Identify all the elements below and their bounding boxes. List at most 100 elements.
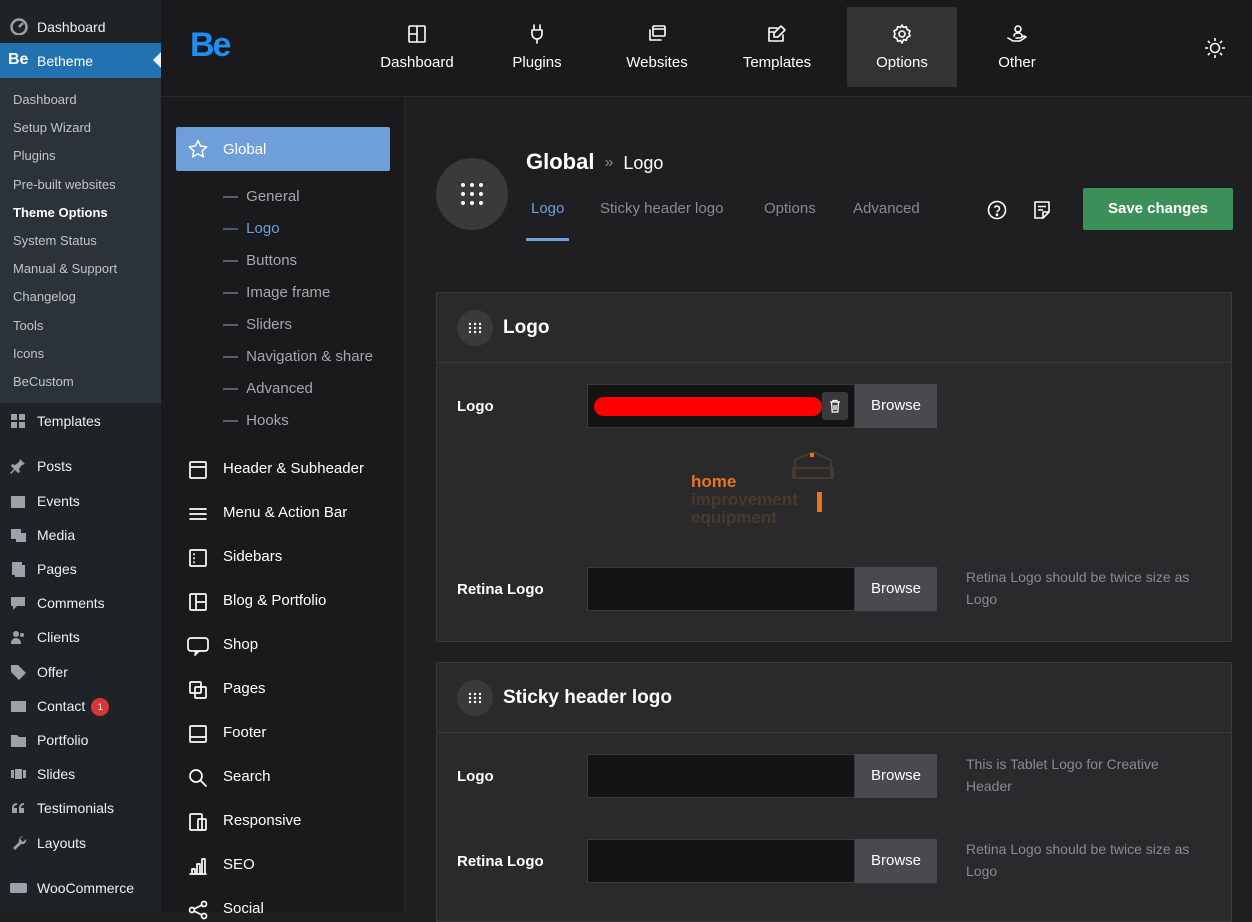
wp-menu-item[interactable]: Templates bbox=[0, 403, 161, 437]
calendar-icon bbox=[9, 492, 29, 509]
wp-submenu-item[interactable]: Setup Wizard bbox=[13, 120, 91, 135]
dashboard-gauge-icon bbox=[9, 18, 29, 35]
sticky-logo-input[interactable] bbox=[587, 754, 855, 798]
help-icon[interactable] bbox=[986, 199, 1008, 221]
star-icon bbox=[188, 139, 208, 159]
subnav-label: Buttons bbox=[246, 252, 298, 269]
subnav-label: Advanced bbox=[246, 380, 313, 397]
sun-icon[interactable] bbox=[1204, 37, 1226, 59]
websites-icon bbox=[646, 23, 668, 45]
logo-url-input[interactable] bbox=[587, 384, 855, 428]
global-subnav-item[interactable]: — Image frame bbox=[223, 284, 330, 301]
wp-menu-item[interactable]: Media bbox=[0, 517, 161, 551]
retina-logo-input[interactable] bbox=[587, 567, 855, 611]
trash-icon[interactable] bbox=[822, 392, 848, 420]
wp-menu-item[interactable]: Slides bbox=[0, 756, 161, 790]
breadcrumb-root[interactable]: Global bbox=[526, 149, 594, 174]
nav-section[interactable]: Sidebars bbox=[187, 545, 397, 569]
nav-section[interactable]: Social bbox=[187, 897, 397, 921]
wp-submenu-item[interactable]: Dashboard bbox=[13, 92, 77, 107]
wp-menu-item[interactable]: Layouts bbox=[0, 825, 161, 859]
wp-menu-dashboard[interactable]: Dashboard bbox=[0, 9, 161, 43]
nav-global-label: Global bbox=[223, 141, 267, 158]
wp-submenu-item[interactable]: BeCustom bbox=[13, 374, 74, 389]
global-subnav-item[interactable]: — General bbox=[223, 188, 300, 205]
retina-logo-browse-button[interactable]: Browse bbox=[855, 567, 937, 611]
tab-sticky-header-logo[interactable]: Sticky header logo bbox=[600, 200, 723, 217]
wp-menu-item[interactable]: Posts bbox=[0, 448, 161, 482]
global-subnav-item[interactable]: — Navigation & share bbox=[223, 348, 373, 365]
menu-icon bbox=[187, 503, 209, 523]
nav-section[interactable]: Search bbox=[187, 765, 397, 789]
wp-menu-item[interactable]: Events bbox=[0, 483, 161, 517]
nav-section-label: Shop bbox=[223, 636, 259, 653]
wp-menu-item[interactable]: Pages bbox=[0, 551, 161, 585]
wp-menu-item[interactable]: Clients bbox=[0, 619, 161, 653]
global-subnav-item[interactable]: — Advanced bbox=[223, 380, 313, 397]
wp-submenu-item[interactable]: Changelog bbox=[13, 289, 76, 304]
save-changes-button[interactable]: Save changes bbox=[1083, 188, 1233, 230]
sticky-retina-logo-browse-button[interactable]: Browse bbox=[855, 839, 937, 883]
nav-section[interactable]: Pages bbox=[187, 677, 397, 701]
wp-menu-item[interactable]: Comments bbox=[0, 585, 161, 619]
nav-global[interactable]: Global bbox=[176, 127, 390, 171]
subnav-label: Navigation & share bbox=[246, 348, 373, 365]
wp-menu-label: Templates bbox=[37, 413, 101, 429]
wp-menu-label: Contact 1 bbox=[37, 698, 110, 716]
global-subnav-item[interactable]: — Logo bbox=[223, 220, 280, 237]
nav-label: Websites bbox=[626, 54, 688, 71]
nav-section-label: Sidebars bbox=[223, 548, 283, 565]
nav-section[interactable]: Responsive bbox=[187, 809, 397, 833]
nav-section[interactable]: Shop bbox=[187, 633, 397, 657]
global-subnav-item[interactable]: — Buttons bbox=[223, 252, 297, 269]
global-subnav-item[interactable]: — Sliders bbox=[223, 316, 292, 333]
woo-icon bbox=[9, 879, 29, 896]
nav-options[interactable]: Options bbox=[847, 7, 957, 87]
be-logo[interactable]: Be bbox=[190, 26, 231, 65]
nav-other[interactable]: Other bbox=[962, 7, 1072, 87]
mail-icon bbox=[9, 697, 29, 714]
nav-plugins[interactable]: Plugins bbox=[482, 7, 592, 87]
wp-submenu-item[interactable]: Icons bbox=[13, 346, 44, 361]
logo-browse-button[interactable]: Browse bbox=[855, 384, 937, 428]
grip-icon[interactable] bbox=[457, 680, 493, 716]
card-title: Logo bbox=[503, 317, 550, 338]
nav-label: Plugins bbox=[512, 54, 562, 71]
dashboard-grid-icon bbox=[406, 23, 428, 45]
wp-menu-item[interactable]: WooCommerce bbox=[0, 870, 161, 904]
sticky-retina-logo-field-label: Retina Logo bbox=[457, 853, 544, 870]
notification-badge: 1 bbox=[91, 698, 110, 716]
nav-section[interactable]: Header & Subheader bbox=[187, 457, 397, 481]
grip-icon[interactable] bbox=[457, 310, 493, 346]
global-subnav-item[interactable]: — Hooks bbox=[223, 412, 289, 429]
wp-menu-item[interactable]: Contact 1 bbox=[0, 688, 161, 722]
notes-icon[interactable] bbox=[1031, 199, 1053, 221]
wrench-icon bbox=[9, 834, 29, 851]
wp-submenu: Dashboard Setup Wizard Plugins Pre-built we… bbox=[0, 78, 161, 403]
nav-websites[interactable]: Websites bbox=[602, 7, 712, 87]
wp-menu-item[interactable]: Offer bbox=[0, 654, 161, 688]
sticky-retina-logo-input[interactable] bbox=[587, 839, 855, 883]
nav-section[interactable]: Menu & Action Bar bbox=[187, 501, 397, 525]
tab-advanced[interactable]: Advanced bbox=[853, 200, 920, 217]
sticky-logo-browse-button[interactable]: Browse bbox=[855, 754, 937, 798]
logo-card: Logo Logo Browse home improvement equipm… bbox=[436, 292, 1232, 642]
nav-templates[interactable]: Templates bbox=[722, 7, 832, 87]
wp-submenu-item[interactable]: Theme Options bbox=[13, 205, 108, 220]
wp-menu-item[interactable]: Portfolio bbox=[0, 722, 161, 756]
users-icon bbox=[9, 628, 29, 645]
wp-menu-item[interactable]: Testimonials bbox=[0, 790, 161, 824]
wp-submenu-item[interactable]: Plugins bbox=[13, 148, 56, 163]
nav-section[interactable]: Blog & Portfolio bbox=[187, 589, 397, 613]
nav-dashboard[interactable]: Dashboard bbox=[362, 7, 472, 87]
tab-options[interactable]: Options bbox=[764, 200, 816, 217]
wp-submenu-item[interactable]: Tools bbox=[13, 318, 43, 333]
wp-submenu-item[interactable]: Pre-built websites bbox=[13, 177, 116, 192]
tab-logo[interactable]: Logo bbox=[531, 200, 564, 217]
wp-submenu-item[interactable]: Manual & Support bbox=[13, 261, 117, 276]
subnav-label: General bbox=[246, 188, 300, 205]
wp-menu-betheme[interactable]: Be Betheme bbox=[0, 43, 161, 78]
nav-section[interactable]: Footer bbox=[187, 721, 397, 745]
nav-section[interactable]: SEO bbox=[187, 853, 397, 877]
wp-submenu-item[interactable]: System Status bbox=[13, 233, 97, 248]
